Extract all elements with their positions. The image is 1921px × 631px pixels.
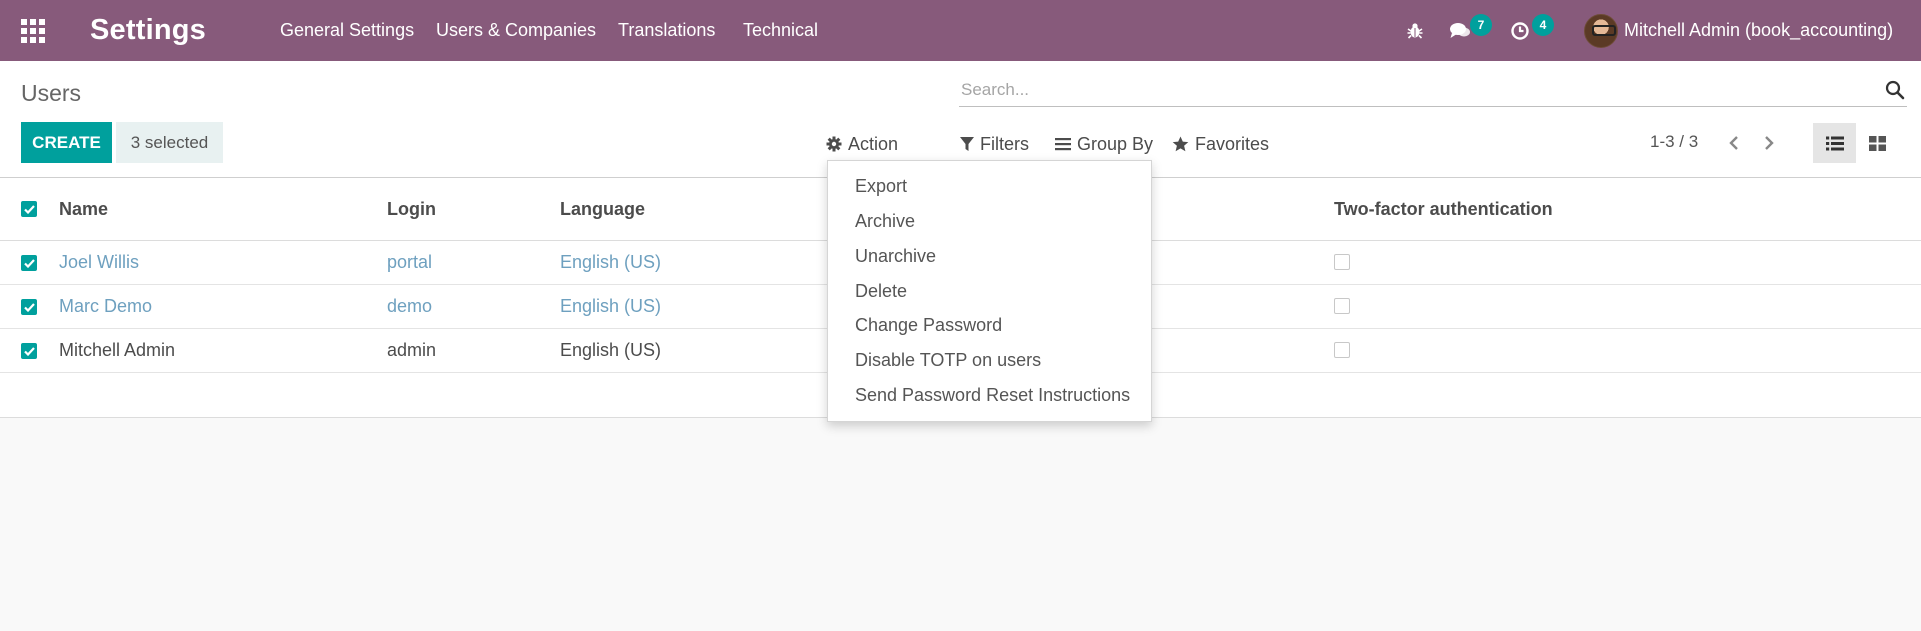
search-icon[interactable] xyxy=(1885,80,1905,100)
pager-value[interactable]: 1-3 / 3 xyxy=(1650,132,1698,152)
user-menu[interactable]: Mitchell Admin (book_accounting) xyxy=(1584,0,1893,61)
chat-icon[interactable]: 7 xyxy=(1449,0,1499,61)
user-name: Mitchell Admin (book_accounting) xyxy=(1624,20,1894,40)
search-box xyxy=(959,74,1907,107)
search-input[interactable] xyxy=(961,74,1861,106)
row-checkbox[interactable] xyxy=(21,299,37,315)
app-brand[interactable]: Settings xyxy=(90,0,206,61)
column-header-language[interactable]: Language xyxy=(560,199,645,220)
top-navbar: Settings General Settings Users & Compan… xyxy=(0,0,1921,61)
two-factor-checkbox xyxy=(1334,342,1350,358)
user-name-cell[interactable]: Joel Willis xyxy=(59,252,139,273)
user-name-cell[interactable]: Mitchell Admin xyxy=(59,340,175,361)
column-header-name[interactable]: Name xyxy=(59,199,108,220)
menu-item-send-password-reset[interactable]: Send Password Reset Instructions xyxy=(855,382,1145,408)
user-avatar xyxy=(1584,13,1618,48)
check-icon xyxy=(23,346,35,356)
two-factor-checkbox xyxy=(1334,254,1350,270)
user-login-cell[interactable]: portal xyxy=(387,252,432,273)
select-all-checkbox[interactable] xyxy=(21,201,37,217)
favorites-label: Favorites xyxy=(1195,133,1270,154)
menu-item-disable-totp[interactable]: Disable TOTP on users xyxy=(855,347,1145,373)
gear-icon xyxy=(826,136,842,152)
menu-technical[interactable]: Technical xyxy=(743,0,818,61)
check-icon xyxy=(23,258,35,268)
kanban-view-button[interactable] xyxy=(1856,123,1899,163)
filter-icon xyxy=(960,137,974,151)
user-name-cell[interactable]: Marc Demo xyxy=(59,296,152,317)
selected-count: 3 selected xyxy=(116,122,223,163)
menu-translations[interactable]: Translations xyxy=(618,0,715,61)
filters-label: Filters xyxy=(980,133,1029,154)
chevron-left-icon xyxy=(1729,136,1738,150)
menu-item-archive[interactable]: Archive xyxy=(855,208,1145,234)
menu-users-companies[interactable]: Users & Companies xyxy=(436,0,596,61)
user-login-cell[interactable]: demo xyxy=(387,296,432,317)
group-by-label: Group By xyxy=(1077,133,1154,154)
menu-general-settings[interactable]: General Settings xyxy=(280,0,414,61)
check-icon xyxy=(23,204,35,214)
list-view-icon xyxy=(1825,136,1844,150)
apps-menu-icon[interactable] xyxy=(21,0,47,61)
user-language-cell[interactable]: English (US) xyxy=(560,340,661,361)
list-view-button[interactable] xyxy=(1813,123,1856,163)
create-button[interactable]: CREATE xyxy=(21,122,112,163)
pager-next-button[interactable] xyxy=(1757,128,1781,158)
column-header-two-factor[interactable]: Two-factor authentication xyxy=(1334,199,1553,220)
user-login-cell[interactable]: admin xyxy=(387,340,436,361)
chat-count-badge: 7 xyxy=(1470,14,1492,36)
action-dropdown-menu: Export Archive Unarchive Delete Change P… xyxy=(827,160,1152,422)
menu-item-unarchive[interactable]: Unarchive xyxy=(855,243,1145,269)
menu-item-delete[interactable]: Delete xyxy=(855,278,1145,304)
row-checkbox[interactable] xyxy=(21,343,37,359)
bars-icon xyxy=(1055,138,1071,151)
pager-previous-button[interactable] xyxy=(1722,128,1746,158)
action-button[interactable]: Action xyxy=(826,129,898,159)
star-icon xyxy=(1172,136,1189,152)
user-language-cell[interactable]: English (US) xyxy=(560,252,661,273)
activity-count-badge: 4 xyxy=(1532,14,1554,36)
group-by-button[interactable]: Group By xyxy=(1055,129,1153,159)
chevron-right-icon xyxy=(1765,136,1774,150)
kanban-view-icon xyxy=(1869,135,1886,151)
favorites-button[interactable]: Favorites xyxy=(1172,129,1269,159)
column-header-login[interactable]: Login xyxy=(387,199,436,220)
check-icon xyxy=(23,302,35,312)
action-label: Action xyxy=(848,133,899,154)
user-language-cell[interactable]: English (US) xyxy=(560,296,661,317)
row-checkbox[interactable] xyxy=(21,255,37,271)
menu-item-change-password[interactable]: Change Password xyxy=(855,312,1145,338)
breadcrumb: Users xyxy=(21,80,82,106)
filters-button[interactable]: Filters xyxy=(960,129,1029,159)
bug-icon[interactable] xyxy=(1403,0,1427,61)
menu-item-export[interactable]: Export xyxy=(855,173,1145,199)
two-factor-checkbox xyxy=(1334,298,1350,314)
activity-clock-icon[interactable]: 4 xyxy=(1510,0,1560,61)
